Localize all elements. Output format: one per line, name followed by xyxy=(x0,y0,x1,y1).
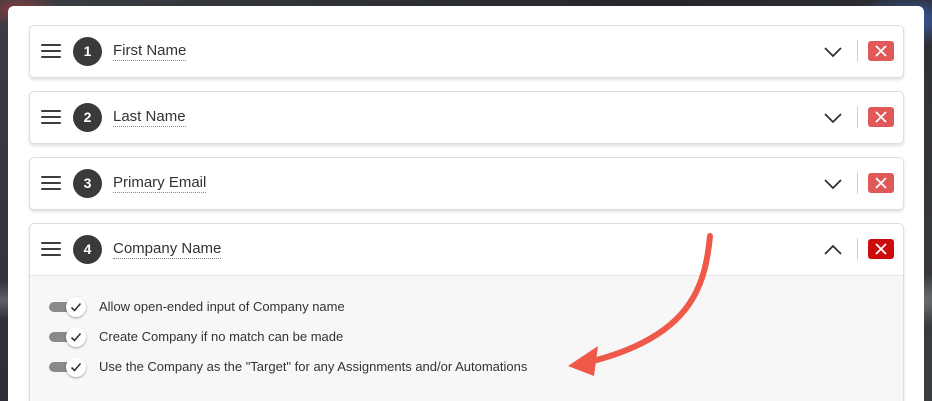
divider xyxy=(857,172,858,194)
field-row-primary-email: 3 Primary Email xyxy=(29,157,904,210)
check-icon xyxy=(70,302,82,312)
option-label: Create Company if no match can be made xyxy=(99,329,344,344)
chevron-down-icon[interactable] xyxy=(823,174,843,194)
field-label[interactable]: Last Name xyxy=(113,108,186,127)
check-icon xyxy=(70,362,82,372)
option-label: Allow open-ended input of Company name xyxy=(99,299,345,314)
field-number-badge: 1 xyxy=(73,37,102,66)
field-number-badge: 4 xyxy=(73,235,102,264)
field-row-last-name: 2 Last Name xyxy=(29,91,904,144)
remove-field-button[interactable] xyxy=(868,173,894,193)
toggle-switch[interactable] xyxy=(49,357,87,377)
field-row-header[interactable]: 1 First Name xyxy=(30,26,903,77)
drag-handle-icon[interactable] xyxy=(41,44,61,58)
close-icon xyxy=(875,111,887,123)
close-icon xyxy=(875,243,887,255)
drag-handle-icon[interactable] xyxy=(41,110,61,124)
toggle-switch[interactable] xyxy=(49,327,87,347)
close-icon xyxy=(875,177,887,189)
close-icon xyxy=(875,45,887,57)
toggle-switch[interactable] xyxy=(49,297,87,317)
remove-field-button[interactable] xyxy=(868,239,894,259)
field-row-header[interactable]: 4 Company Name xyxy=(30,224,903,275)
field-label[interactable]: First Name xyxy=(113,42,187,61)
field-row-header[interactable]: 2 Last Name xyxy=(30,92,903,143)
field-row-company-name: 4 Company Name Allow open-ended input of… xyxy=(29,223,904,401)
divider xyxy=(857,238,858,260)
divider xyxy=(857,106,858,128)
field-row-first-name: 1 First Name xyxy=(29,25,904,78)
company-options-panel: Allow open-ended input of Company name C… xyxy=(30,275,903,401)
option-label: Use the Company as the "Target" for any … xyxy=(99,359,528,374)
drag-handle-icon[interactable] xyxy=(41,242,61,256)
field-number-badge: 3 xyxy=(73,169,102,198)
drag-handle-icon[interactable] xyxy=(41,176,61,190)
chevron-down-icon[interactable] xyxy=(823,108,843,128)
chevron-up-icon[interactable] xyxy=(823,240,843,260)
remove-field-button[interactable] xyxy=(868,107,894,127)
remove-field-button[interactable] xyxy=(868,41,894,61)
divider xyxy=(857,40,858,62)
field-row-header[interactable]: 3 Primary Email xyxy=(30,158,903,209)
field-label[interactable]: Company Name xyxy=(113,240,222,259)
field-label[interactable]: Primary Email xyxy=(113,174,207,193)
field-number-badge: 2 xyxy=(73,103,102,132)
chevron-down-icon[interactable] xyxy=(823,42,843,62)
check-icon xyxy=(70,332,82,342)
fields-panel: 1 First Name 2 Last Name 3 Primary Email… xyxy=(8,6,924,401)
